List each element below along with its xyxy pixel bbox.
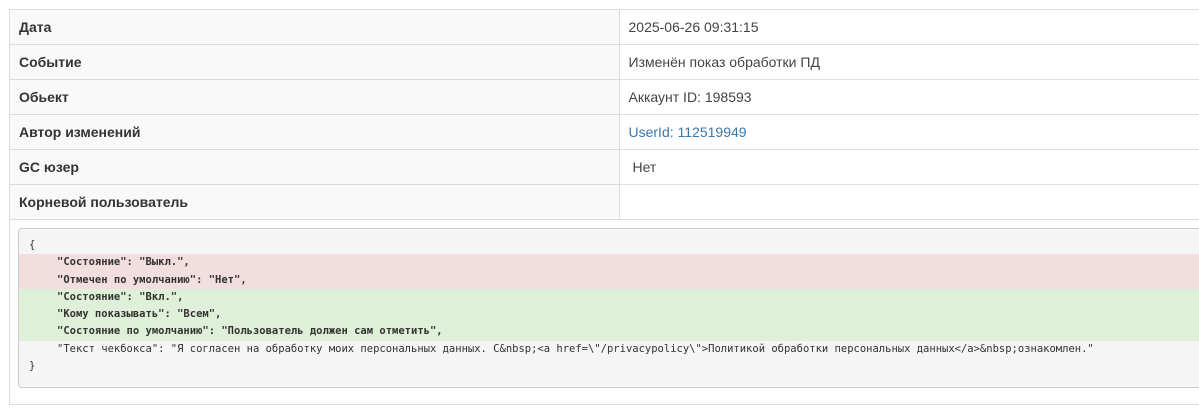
diff-close-brace: } xyxy=(29,360,36,373)
row-label: Корневой пользователь xyxy=(10,184,620,220)
diff-line-removed: "Состояние": "Выкл.", xyxy=(19,254,1199,272)
row-label: Дата xyxy=(10,10,620,45)
row-gc-user: GC юзер Нет xyxy=(10,149,1199,185)
date-value: 2025-06-26 09:31:15 xyxy=(619,10,1199,45)
row-event: Событие Изменён показ обработки ПД xyxy=(10,44,1199,80)
json-diff-block: { "Состояние": "Выкл.", "Отмечен по умол… xyxy=(18,228,1199,388)
diff-line-added: "Состояние": "Вкл.", xyxy=(19,288,1199,307)
row-label: Автор изменений xyxy=(10,114,620,150)
diff-line-added: "Кому показывать": "Всем", xyxy=(19,306,1199,324)
object-value: Аккаунт ID: 198593 xyxy=(619,79,1199,115)
event-value: Изменён показ обработки ПД xyxy=(619,44,1199,80)
row-object: Обьект Аккаунт ID: 198593 xyxy=(10,79,1199,115)
diff-line-text: "Кому показывать": "Всем", xyxy=(57,308,222,321)
diff-line-unchanged: "Текст чекбокса": "Я согласен на обработ… xyxy=(19,341,1199,358)
diff-line-text: "Текст чекбокса": "Я согласен на обработ… xyxy=(57,342,1094,355)
change-log-details: Дата 2025-06-26 09:31:15 Событие Изменён… xyxy=(9,9,1199,405)
gc-user-value: Нет xyxy=(619,149,1199,185)
row-label: Обьект xyxy=(10,79,620,115)
diff-line-text: "Состояние по умолчанию": "Пользователь … xyxy=(57,325,443,338)
details-table: Дата 2025-06-26 09:31:15 Событие Изменён… xyxy=(10,10,1199,220)
diff-line-removed: "Отмечен по умолчанию": "Нет", xyxy=(19,271,1199,289)
author-cell: UserId: 112519949 xyxy=(619,114,1199,150)
diff-line-text: "Состояние": "Выкл.", xyxy=(57,256,190,269)
row-date: Дата 2025-06-26 09:31:15 xyxy=(10,10,1199,45)
diff-line-text: "Отмечен по умолчанию": "Нет", xyxy=(57,273,247,286)
root-user-value xyxy=(619,184,1199,220)
row-author: Автор изменений UserId: 112519949 xyxy=(10,114,1199,150)
row-root-user: Корневой пользователь xyxy=(10,184,1199,220)
diff-line-added: "Состояние по умолчанию": "Пользователь … xyxy=(19,323,1199,341)
row-label: Событие xyxy=(10,44,620,80)
author-link[interactable]: UserId: 112519949 xyxy=(629,124,747,140)
row-label: GC юзер xyxy=(10,149,620,185)
diff-line-text: "Состояние": "Вкл.", xyxy=(57,290,184,303)
diff-open-brace: { xyxy=(29,239,36,251)
